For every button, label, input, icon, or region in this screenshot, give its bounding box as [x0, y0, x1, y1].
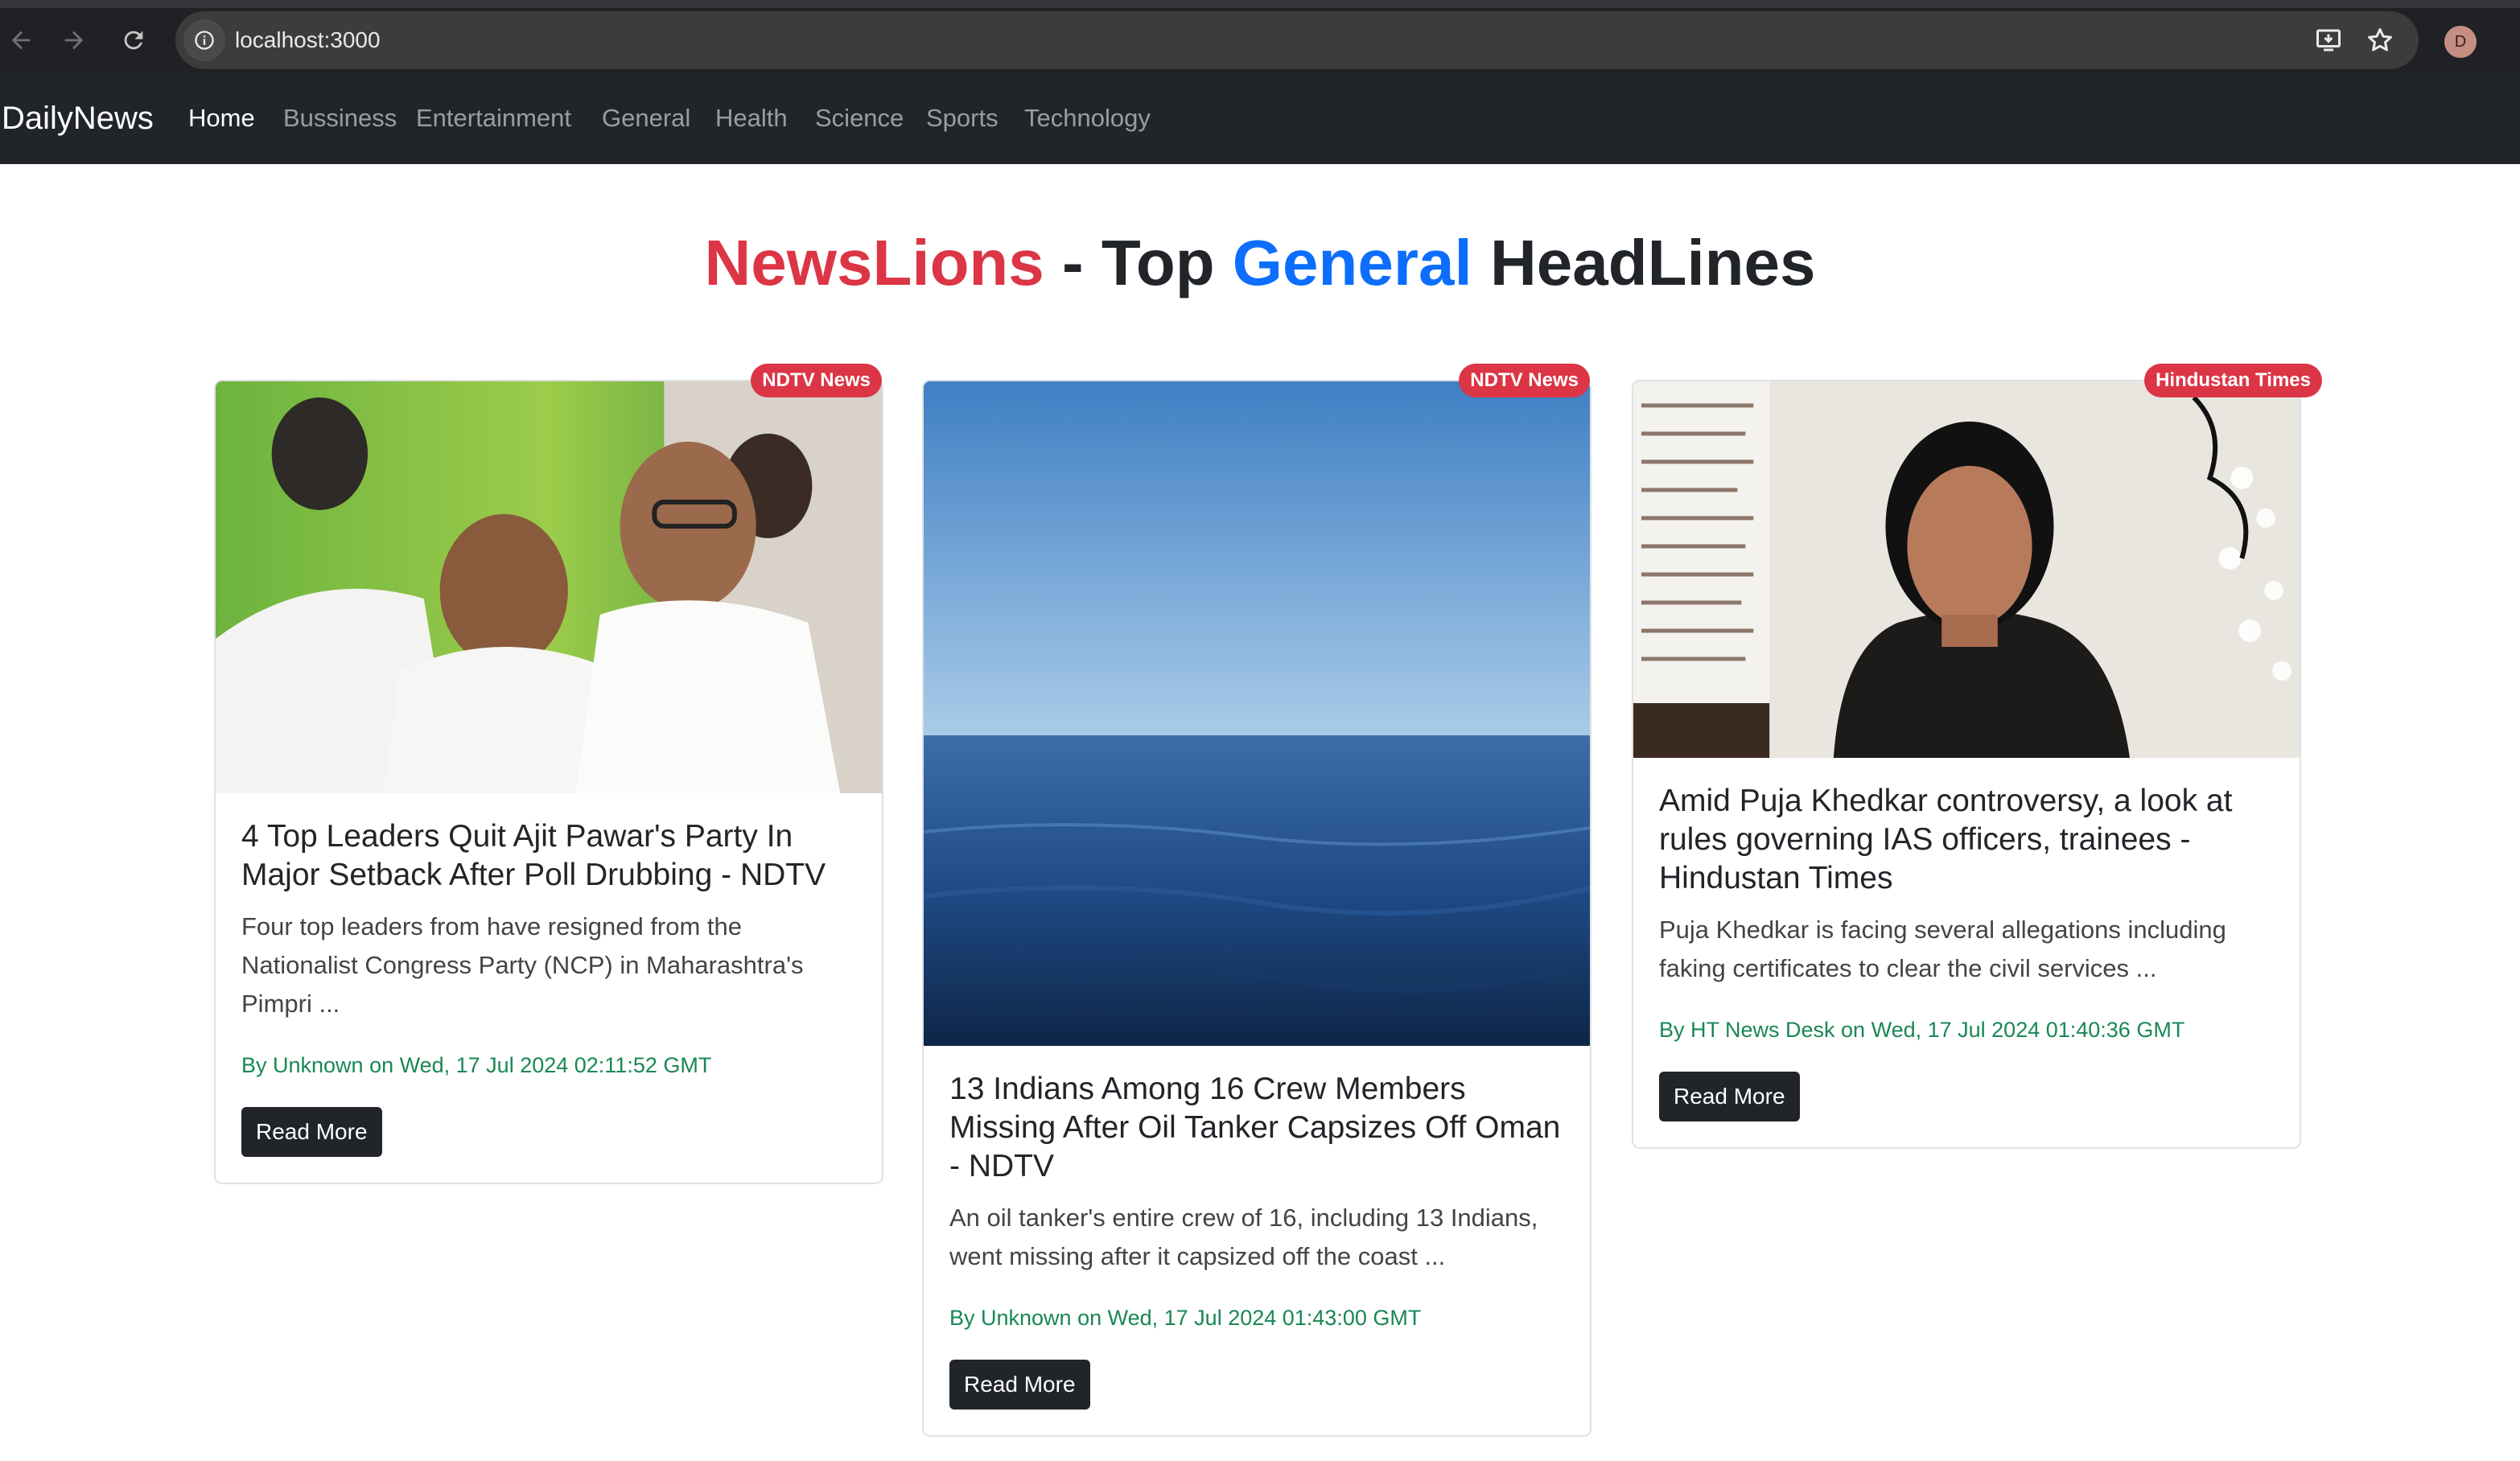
nav-sports[interactable]: Sports	[926, 72, 999, 164]
card-description: Puja Khedkar is facing several allegatio…	[1659, 916, 2226, 982]
page-title: NewsLions - Top General HeadLines	[0, 219, 2520, 307]
nav-general[interactable]: General	[602, 72, 690, 164]
read-more-button[interactable]: Read More	[1659, 1072, 1800, 1121]
read-more-button[interactable]: Read More	[949, 1360, 1090, 1410]
card-description: An oil tanker's entire crew of 16, inclu…	[949, 1204, 1538, 1270]
read-more-button[interactable]: Read More	[241, 1107, 382, 1157]
card-title: Amid Puja Khedkar controversy, a look at…	[1659, 784, 2233, 895]
source-badge: Hindustan Times	[2144, 364, 2322, 397]
star-icon	[2368, 28, 2392, 51]
brand-logo[interactable]: DailyNews	[2, 72, 154, 164]
app-navbar: DailyNews Home Bussiness Entertainment G…	[0, 72, 2520, 164]
arrow-left-icon	[11, 31, 31, 50]
news-image	[1633, 381, 2300, 758]
info-icon	[195, 31, 214, 50]
arrow-right-icon	[64, 31, 84, 50]
profile-avatar[interactable]: D	[2444, 26, 2477, 58]
title-brand: NewsLions	[704, 227, 1044, 298]
card-description: Four top leaders from have resigned from…	[241, 912, 804, 1018]
install-app-button[interactable]	[2312, 24, 2345, 56]
nav-health[interactable]: Health	[715, 72, 788, 164]
source-badge: NDTV News	[751, 364, 882, 397]
bookmark-button[interactable]	[2364, 24, 2396, 56]
card-meta: By Unknown on Wed, 17 Jul 2024 01:43:00 …	[949, 1306, 1422, 1330]
site-info-button[interactable]	[183, 19, 225, 61]
news-card: Hindustan Times Amid Puja Khedkar contro…	[1632, 364, 2322, 1149]
title-suffix: HeadLines	[1472, 227, 1816, 298]
card-body: 4 Top Leaders Quit Ajit Pawar's Party In…	[216, 793, 882, 1183]
back-button[interactable]	[0, 19, 42, 61]
source-badge: NDTV News	[1459, 364, 1590, 397]
card-body: Amid Puja Khedkar controversy, a look at…	[1633, 758, 2300, 1147]
card-title: 4 Top Leaders Quit Ajit Pawar's Party In…	[241, 819, 826, 892]
news-image	[924, 381, 1590, 1046]
card-meta: By HT News Desk on Wed, 17 Jul 2024 01:4…	[1659, 1018, 2185, 1042]
news-card: NDTV News 13 Indians Among 16 Crew Membe…	[922, 364, 1591, 1437]
install-icon	[2316, 29, 2341, 51]
card-body: 13 Indians Among 16 Crew Members Missing…	[924, 1046, 1590, 1435]
reload-icon	[124, 31, 143, 50]
nav-home[interactable]: Home	[188, 72, 255, 164]
forward-button[interactable]	[53, 19, 95, 61]
reload-button[interactable]	[113, 19, 154, 61]
card-meta: By Unknown on Wed, 17 Jul 2024 02:11:52 …	[241, 1053, 712, 1077]
news-card: NDTV News 4 Top Leaders Quit Ajit Pawar'…	[214, 364, 883, 1184]
nav-technology[interactable]: Technology	[1024, 72, 1151, 164]
title-category: General	[1232, 227, 1472, 298]
title-connector: - Top	[1044, 227, 1233, 298]
nav-entertainment[interactable]: Entertainment	[416, 72, 571, 164]
nav-business[interactable]: Bussiness	[283, 72, 397, 164]
news-image	[216, 381, 882, 793]
nav-science[interactable]: Science	[815, 72, 904, 164]
address-bar[interactable]: localhost:3000	[175, 11, 2419, 69]
url-text[interactable]: localhost:3000	[235, 11, 381, 69]
browser-toolbar: localhost:3000 D	[0, 0, 2520, 72]
card-title: 13 Indians Among 16 Crew Members Missing…	[949, 1072, 1561, 1183]
